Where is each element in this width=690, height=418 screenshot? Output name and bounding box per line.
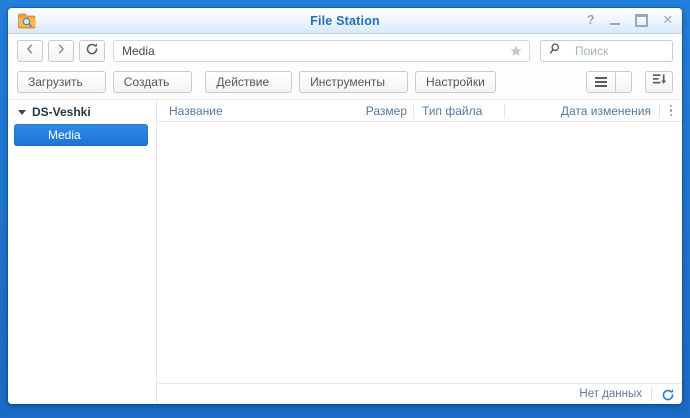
refresh-button[interactable] [79,40,105,62]
search-field[interactable] [540,40,673,62]
forward-button[interactable] [48,40,74,62]
titlebar: File Station ? ✕ [8,8,682,34]
search-input[interactable] [573,43,657,59]
sidebar: DS-Veshki Media [8,100,157,404]
column-header-size[interactable]: Размер [341,104,413,118]
tree-expand-caret-icon[interactable] [18,109,26,115]
sidebar-root-ds-veshki[interactable]: DS-Veshki [8,103,156,121]
status-divider [651,387,652,401]
maximize-icon[interactable] [634,14,648,27]
create-button[interactable]: Создать [112,70,193,93]
create-button-label: Создать [123,74,170,89]
sidebar-item-media[interactable]: Media [14,124,148,146]
tools-button[interactable]: Инструменты [299,70,408,93]
upload-button[interactable]: Загрузить [17,70,106,93]
path-input[interactable] [114,44,509,58]
column-header-name[interactable]: Название [157,104,341,118]
back-button[interactable] [17,40,43,62]
list-view-button[interactable] [586,70,616,93]
action-button-label: Действие [216,74,270,89]
content-area: Название Размер Тип файла Дата изменения… [157,100,682,404]
window-title: File Station [310,13,380,28]
status-bar: Нет данных [157,383,682,404]
favorite-star-icon[interactable] [509,44,523,58]
file-station-window: File Station ? ✕ Media Поиск Загрузить С… [8,8,682,404]
empty-status-text: Нет данных [579,388,642,400]
view-mode-group [586,70,632,93]
main-area: DS-Veshki Media Название Размер Тип файл… [8,100,682,404]
upload-button-label: Загрузить [28,74,83,89]
sidebar-item-label: Media [48,128,81,142]
view-mode-caret-button[interactable] [616,70,632,93]
chevron-left-icon [24,42,36,60]
sort-icon [652,72,667,91]
path-field[interactable] [113,40,530,62]
action-button[interactable]: Действие [205,70,293,93]
sidebar-root-label: DS-Veshki [32,105,91,119]
column-header-row: Название Размер Тип файла Дата изменения [157,100,682,122]
chevron-right-icon [55,42,67,60]
settings-button[interactable]: Настройки [415,70,496,93]
close-icon[interactable]: ✕ [663,14,673,27]
minimize-icon[interactable] [609,22,620,25]
help-icon[interactable]: ? [587,14,595,27]
sort-button[interactable] [645,70,673,93]
column-options-icon[interactable] [659,103,682,118]
tools-button-label: Инструменты [310,74,385,89]
refresh-icon [85,42,99,61]
settings-button-label: Настройки [426,74,485,89]
file-list-empty-area[interactable] [157,122,682,383]
column-header-type[interactable]: Тип файла [414,104,504,118]
column-header-date-modified[interactable]: Дата изменения [505,104,659,118]
window-controls: ? ✕ [587,14,673,27]
list-view-icon [595,76,607,87]
search-icon [547,42,561,61]
navigation-bar [8,34,682,66]
refresh-list-icon[interactable] [661,387,675,402]
toolbar: Загрузить Создать Действие Инструменты Н… [8,66,682,100]
